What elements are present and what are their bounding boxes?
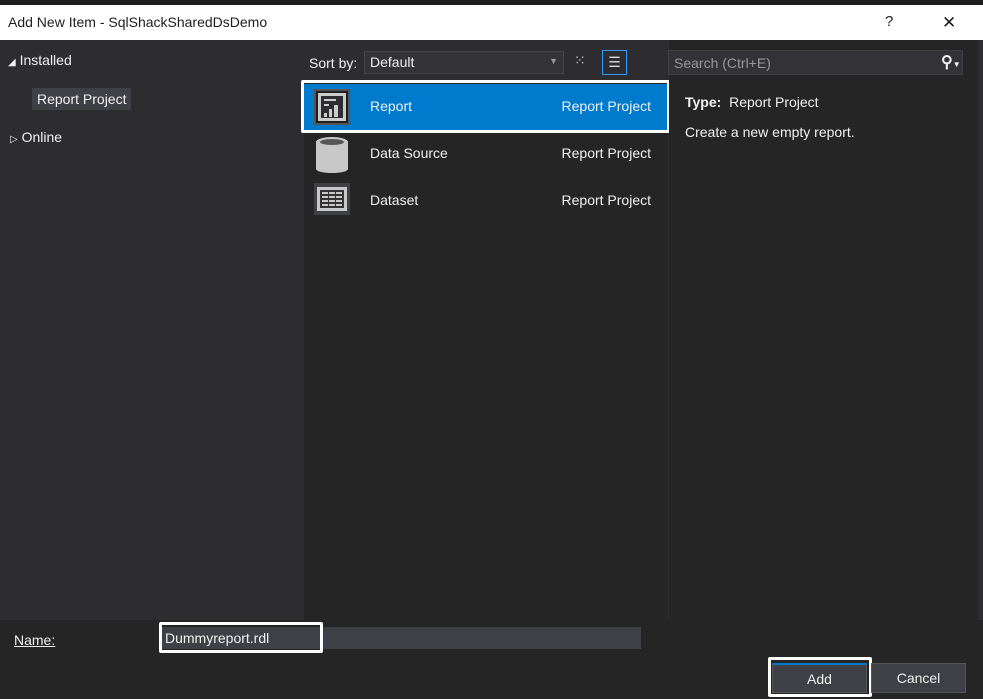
details-pane: Type: Report Project Create a new empty … xyxy=(669,40,978,620)
sort-value: Default xyxy=(370,54,415,70)
highlight-box xyxy=(301,80,670,133)
item-name: Dataset xyxy=(370,192,419,208)
template-tree: ◢ Installed Report Project ▷ Online xyxy=(0,40,303,620)
name-label: Name: xyxy=(14,632,56,648)
sort-dropdown[interactable]: Default ▼ xyxy=(364,51,564,74)
tree-item-online[interactable]: ▷ Online xyxy=(10,129,62,145)
highlight-box xyxy=(159,622,323,653)
item-name: Data Source xyxy=(370,145,448,161)
list-view-icon[interactable]: ☰ xyxy=(602,50,627,75)
search-icon[interactable]: ⚲▼ xyxy=(941,52,961,72)
list-item-dataset[interactable]: Dataset Report Project xyxy=(304,178,668,224)
sort-label: Sort by: xyxy=(309,55,358,71)
expanded-triangle-icon: ◢ xyxy=(8,57,16,68)
cancel-label: Cancel xyxy=(896,670,941,686)
tree-label: Online xyxy=(21,129,63,145)
list-item-data-source[interactable]: Data Source Report Project xyxy=(304,131,668,177)
highlight-box xyxy=(768,657,872,697)
item-type: Report Project xyxy=(561,192,651,208)
collapsed-triangle-icon: ▷ xyxy=(10,134,18,145)
tree-item-report-project[interactable]: Report Project xyxy=(32,88,132,110)
dataset-icon xyxy=(314,183,350,219)
database-icon xyxy=(314,136,350,173)
close-button[interactable]: ✕ xyxy=(942,13,956,33)
help-button[interactable]: ? xyxy=(885,13,893,30)
dialog-title: Add New Item - SqlShackSharedDsDemo xyxy=(8,14,268,30)
cancel-button[interactable]: Cancel xyxy=(871,663,966,693)
title-bar: Add New Item - SqlShackSharedDsDemo ? ✕ xyxy=(0,5,983,40)
chevron-down-icon: ▼ xyxy=(549,56,558,66)
search-input[interactable]: Search (Ctrl+E) xyxy=(668,50,963,75)
search-placeholder: Search (Ctrl+E) xyxy=(674,55,771,71)
tree-label: Installed xyxy=(19,52,72,68)
small-icons-view-icon[interactable]: ⁙ xyxy=(574,52,594,72)
type-label: Type: xyxy=(685,94,722,110)
tree-item-installed[interactable]: ◢ Installed xyxy=(8,52,72,68)
item-type: Report Project xyxy=(561,145,651,161)
type-value: Report Project xyxy=(729,94,819,110)
item-description: Create a new empty report. xyxy=(685,124,855,140)
